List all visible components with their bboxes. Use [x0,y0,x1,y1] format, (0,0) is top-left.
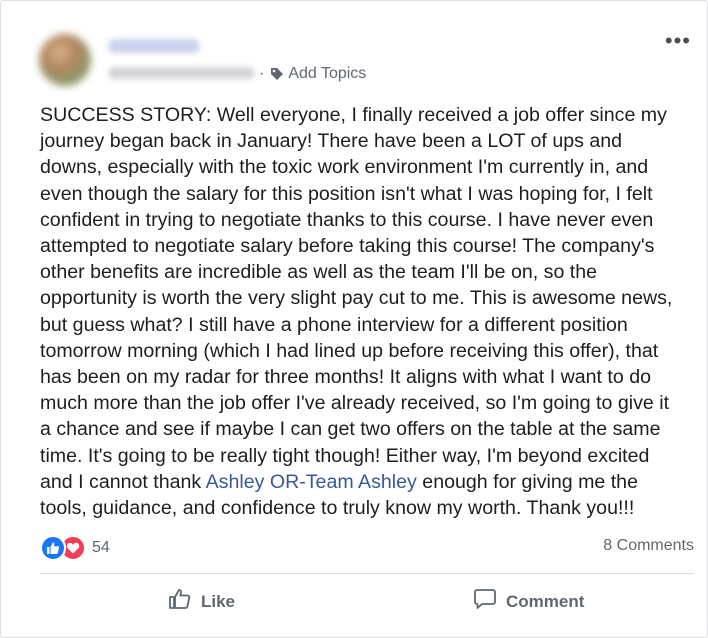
post-card: · Add Topics ••• SUCCESS STORY: Well eve… [0,0,708,638]
post-text-part-1: SUCCESS STORY: Well everyone, I finally … [40,104,673,493]
like-reaction-icon [40,535,66,561]
author-name-blurred[interactable] [108,39,200,53]
add-topics-link[interactable]: Add Topics [288,65,366,83]
reactions-summary[interactable]: 54 [40,535,110,561]
comment-button[interactable]: Comment [473,587,584,616]
meta-separator: · [259,65,265,82]
reaction-count: 54 [92,539,110,556]
comments-count-link[interactable]: 8 Comments [603,537,694,555]
author-avatar[interactable] [39,34,91,86]
like-button[interactable]: Like [168,587,235,616]
actions-divider [40,573,694,574]
mention-link[interactable]: Ashley OR-Team Ashley [206,471,417,493]
post-body: SUCCESS STORY: Well everyone, I finally … [40,102,690,521]
thumbs-up-icon [168,587,192,616]
comment-bubble-icon [473,587,497,616]
like-button-label: Like [201,591,236,611]
more-options-icon[interactable]: ••• [665,30,691,52]
post-date-blurred[interactable] [108,67,255,79]
post-meta: · Add Topics [259,65,366,83]
comment-button-label: Comment [506,591,585,611]
tag-icon[interactable] [270,67,284,81]
